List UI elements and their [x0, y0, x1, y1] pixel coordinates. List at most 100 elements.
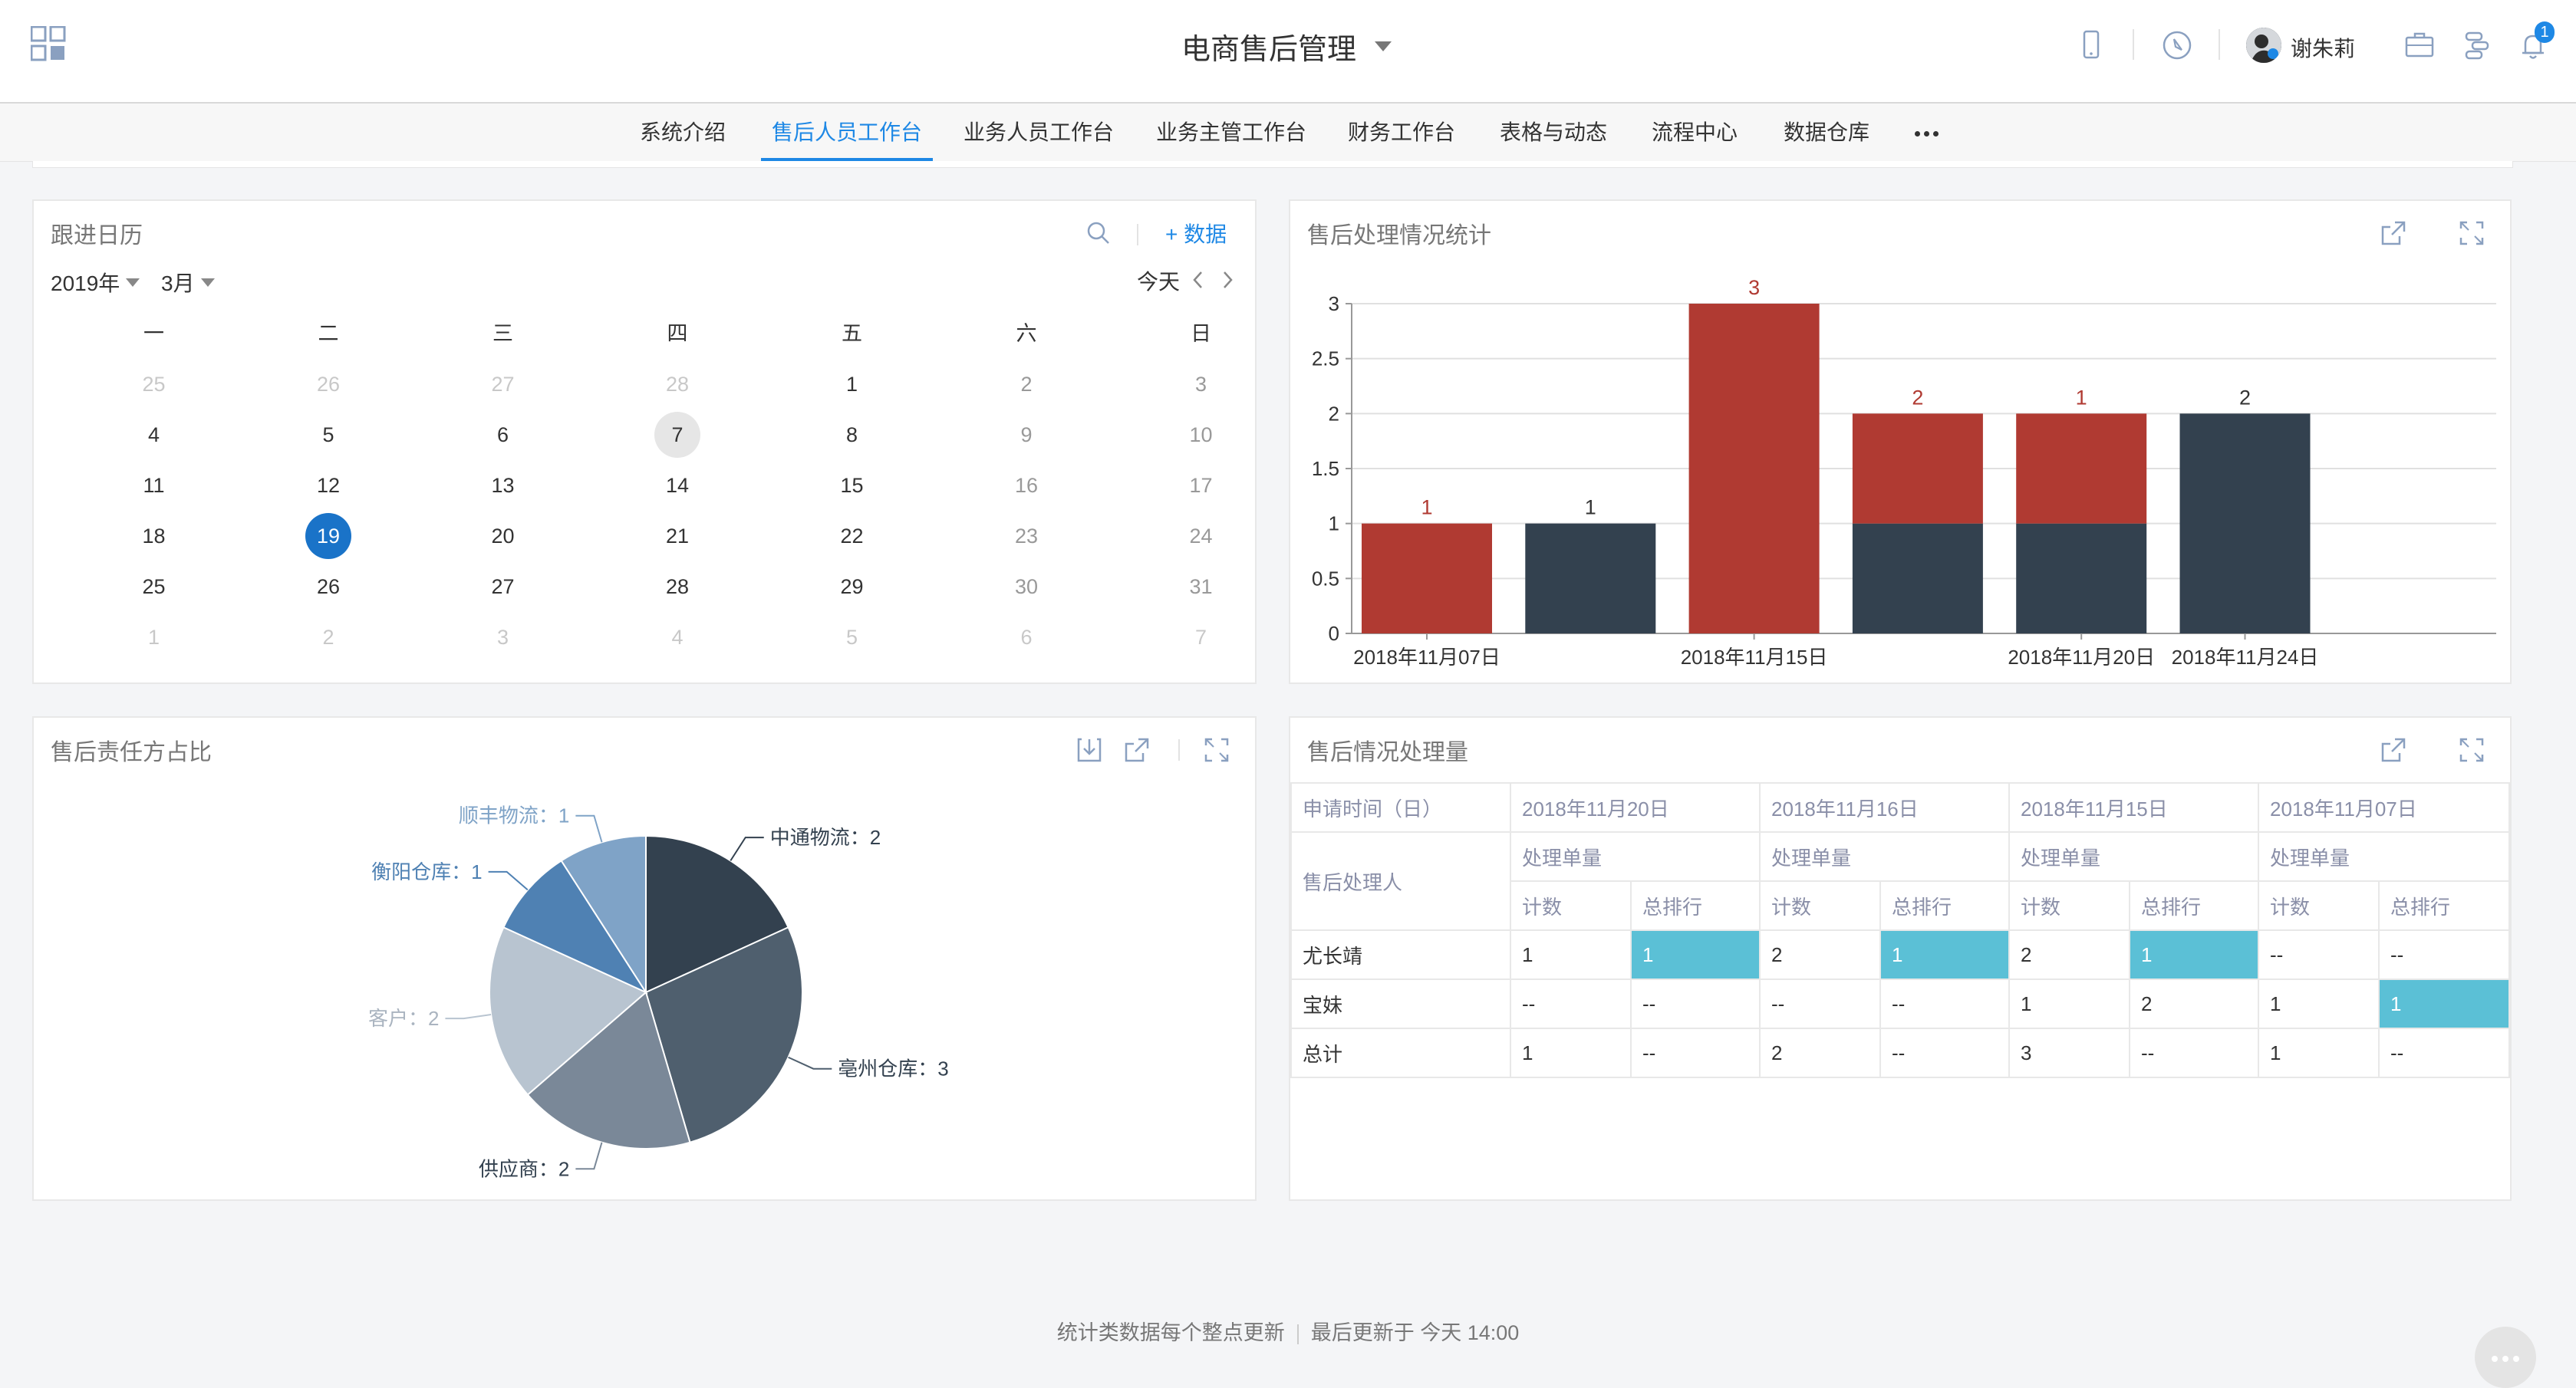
table-cell: 1: [2258, 979, 2380, 1029]
calendar-day-number: 13: [491, 474, 515, 497]
calendar-day[interactable]: 16: [940, 460, 1114, 511]
calendar-day[interactable]: 3: [1114, 359, 1288, 409]
avatar[interactable]: [2246, 28, 2281, 63]
calendar-day[interactable]: 31: [1114, 561, 1288, 612]
calendar-day[interactable]: 13: [416, 460, 590, 511]
calendar-day[interactable]: 10: [1114, 409, 1288, 460]
user-photo-icon: [2246, 28, 2281, 63]
y-tick-label: 2.5: [1312, 347, 1339, 370]
tab-tables-and-activity[interactable]: 表格与动态: [1500, 104, 1607, 161]
volume-panel: 售后情况处理量 申请时间（日） 2018年11月20日 2018年11月16日 …: [1289, 716, 2512, 1201]
weekday-label: 日: [1191, 322, 1211, 345]
calendar-week-row: 18 19 20 21 22 23 24: [34, 511, 1255, 561]
rank-header: 总排行: [1879, 880, 2010, 931]
app-grid-icon[interactable]: [31, 26, 66, 61]
calendar-day[interactable]: 1: [765, 359, 939, 409]
rank-header: 总排行: [2129, 880, 2259, 931]
calendar-day[interactable]: 11: [67, 460, 241, 511]
year-select[interactable]: 2019年: [51, 267, 140, 298]
tab-data-warehouse[interactable]: 数据仓库: [1784, 104, 1869, 161]
calendar-day[interactable]: 1: [67, 612, 241, 663]
calendar-day[interactable]: 2: [242, 612, 416, 663]
calendar-day[interactable]: 20: [416, 511, 590, 561]
tab-after-sales-workbench[interactable]: 售后人员工作台: [760, 104, 934, 161]
calendar-day[interactable]: 15: [765, 460, 939, 511]
table-cell: --: [1759, 979, 1881, 1029]
search-icon[interactable]: [1083, 218, 1114, 248]
calendar-day-number: 6: [496, 423, 509, 446]
group-header: 处理单量: [2008, 831, 2259, 882]
external-link-icon[interactable]: [2378, 735, 2409, 765]
calendar-day[interactable]: 12: [242, 460, 416, 511]
calendar-day[interactable]: 22: [765, 511, 939, 561]
calendar-day[interactable]: 3: [416, 612, 590, 663]
chevron-left-icon[interactable]: [1189, 268, 1207, 291]
calendar-day[interactable]: 2: [940, 359, 1114, 409]
y-tick-label: 1.5: [1312, 457, 1339, 480]
calendar-day[interactable]: 27: [416, 561, 590, 612]
calendar-day[interactable]: 4: [591, 612, 765, 663]
calendar-day-number: 3: [1194, 373, 1207, 396]
calendar-day[interactable]: 8: [765, 409, 939, 460]
calendar-day-number: 7: [1194, 626, 1207, 649]
tab-business-staff-workbench[interactable]: 业务人员工作台: [964, 104, 1114, 161]
workflow-icon[interactable]: [2459, 27, 2495, 64]
calendar-day[interactable]: 30: [940, 561, 1114, 612]
calendar-day[interactable]: 25: [67, 359, 241, 409]
today-button[interactable]: 今天: [1137, 265, 1180, 296]
briefcase-icon[interactable]: [2401, 27, 2438, 64]
calendar-day-number: 1: [845, 373, 858, 396]
calendar-day-number: 31: [1189, 575, 1213, 598]
calendar-day[interactable]: 26: [242, 359, 416, 409]
calendar-day[interactable]: 24: [1114, 511, 1288, 561]
calendar-day[interactable]: 29: [765, 561, 939, 612]
table-cell: --: [2378, 929, 2510, 980]
calendar-day[interactable]: 6: [416, 409, 590, 460]
calendar-day[interactable]: 21: [591, 511, 765, 561]
tab-finance-workbench[interactable]: 财务工作台: [1348, 104, 1455, 161]
more-actions-button[interactable]: [2475, 1327, 2536, 1388]
table-cell: --: [1630, 979, 1761, 1029]
header-divider: [2133, 29, 2134, 60]
calendar-day[interactable]: 14: [591, 460, 765, 511]
responsibility-panel: 售后责任方占比 中通物流：2 亳州仓库：3 供应商：2 客户：2 衡阳仓库：1 顺丰物流：…: [32, 716, 1257, 1201]
tab-system-intro[interactable]: 系统介绍: [640, 104, 726, 161]
calendar-day[interactable]: 18: [67, 511, 241, 561]
calendar-day[interactable]: 5: [242, 409, 416, 460]
table-cell-highlight: 1: [1630, 929, 1761, 980]
calendar-day-number: 1: [147, 626, 160, 649]
calendar-day[interactable]: 6: [940, 612, 1114, 663]
weekday-label: 四: [667, 322, 688, 345]
tab-process-center[interactable]: 流程中心: [1652, 104, 1738, 161]
calendar-day[interactable]: 7: [1114, 612, 1288, 663]
calendar-day[interactable]: 27: [416, 359, 590, 409]
calendar-day[interactable]: 7: [591, 409, 765, 460]
table-cell: 2: [1759, 1028, 1881, 1078]
calendar-day[interactable]: 19: [242, 511, 416, 561]
user-name[interactable]: 谢朱莉: [2291, 32, 2355, 63]
app-title-switcher[interactable]: 电商售后管理: [1181, 23, 1392, 69]
count-header: 计数: [2258, 880, 2380, 931]
calendar-day[interactable]: 5: [765, 612, 939, 663]
calendar-day[interactable]: 26: [242, 561, 416, 612]
compass-icon[interactable]: [2159, 27, 2196, 64]
x-tick-label: 2018年11月15日: [1681, 646, 1828, 669]
month-select[interactable]: 3月: [161, 267, 215, 298]
chevron-right-icon[interactable]: [1218, 268, 1237, 291]
tab-business-manager-workbench[interactable]: 业务主管工作台: [1156, 104, 1306, 161]
calendar-day[interactable]: 28: [591, 561, 765, 612]
add-data-button[interactable]: + 数据: [1165, 218, 1227, 248]
calendar-day[interactable]: 17: [1114, 460, 1288, 511]
calendar-day[interactable]: 23: [940, 511, 1114, 561]
more-icon[interactable]: [1915, 131, 1939, 136]
calendar-day[interactable]: 28: [591, 359, 765, 409]
table-cell: 1: [1510, 1028, 1632, 1078]
calendar-day-number: 22: [840, 525, 864, 548]
calendar-day-number: 17: [1189, 474, 1213, 497]
calendar-day[interactable]: 25: [67, 561, 241, 612]
app-header: 电商售后管理 谢朱莉 1: [0, 0, 2576, 104]
mobile-icon[interactable]: [2073, 27, 2110, 64]
calendar-day[interactable]: 9: [940, 409, 1114, 460]
fullscreen-icon[interactable]: [2456, 735, 2487, 765]
calendar-day[interactable]: 4: [67, 409, 241, 460]
